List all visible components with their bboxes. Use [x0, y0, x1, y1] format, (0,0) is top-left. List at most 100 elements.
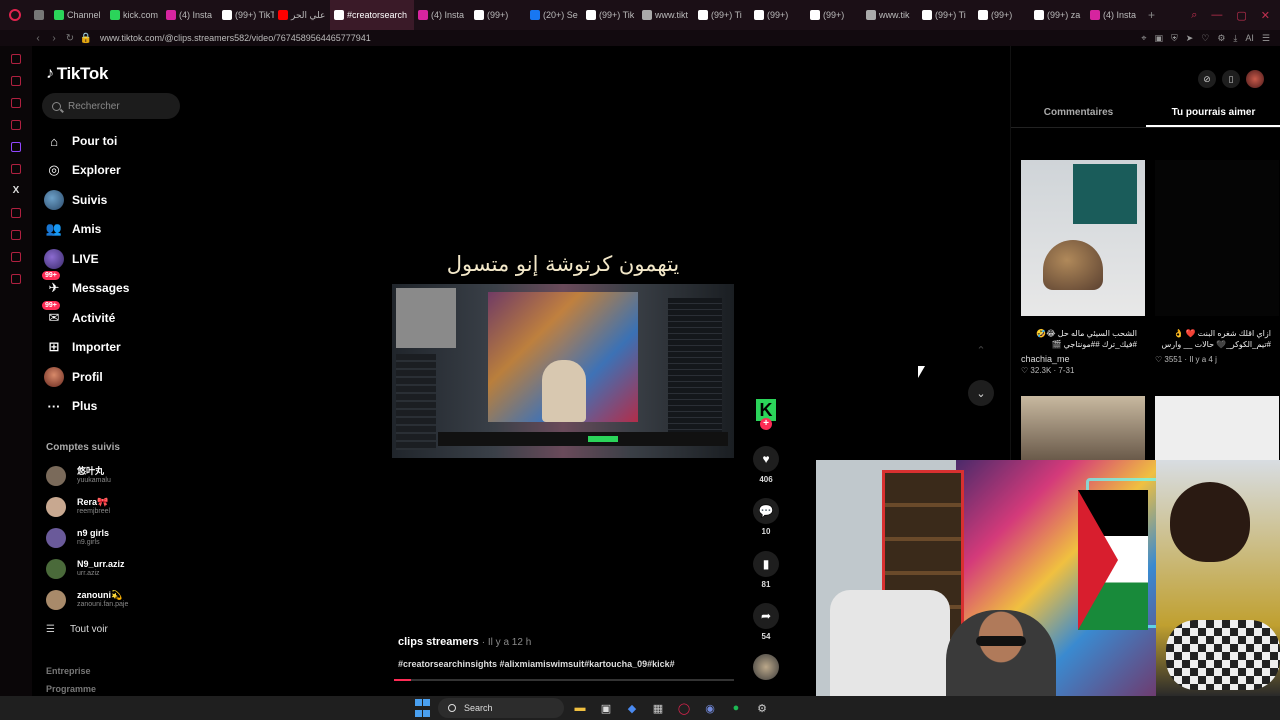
sidebar-item-explorer[interactable]: ◎ Explorer	[44, 159, 120, 181]
comment-icon[interactable]: 💬	[753, 498, 779, 524]
browser-tab[interactable]: علي الحر	[274, 0, 330, 30]
sidebar-item-amis[interactable]: 👥 Amis	[44, 218, 101, 240]
opera-logo-icon[interactable]	[0, 0, 30, 30]
x-sidebar-icon[interactable]: X	[11, 186, 21, 196]
tab-you-may-like[interactable]: Tu pourrais aimer	[1146, 102, 1280, 127]
browser-tab[interactable]: (99+) Ti	[694, 0, 750, 30]
browser-tab[interactable]: (4) Insta	[162, 0, 218, 30]
taskbar-search[interactable]: Search	[438, 698, 564, 718]
clock-sidebar-icon[interactable]	[11, 230, 21, 240]
sidebar-item-profil[interactable]: Profil	[44, 366, 103, 388]
browser-tab[interactable]: kick.com	[106, 0, 162, 30]
save-action[interactable]: ▮ 81	[751, 551, 781, 589]
maximize-icon[interactable]: ▢	[1236, 9, 1246, 22]
opera-taskbar-icon[interactable]: ◯	[674, 698, 694, 718]
following-account[interactable]: 悠叶丸 yuukamalu	[46, 464, 111, 488]
sidebar-item-importer[interactable]: ⊞ Importer	[44, 336, 121, 358]
aria-button[interactable]: AI	[1245, 33, 1254, 44]
coins-icon[interactable]: ⊘	[1198, 70, 1216, 88]
browser-tab[interactable]: (99+)	[750, 0, 806, 30]
recommended-thumb-2[interactable]	[1155, 160, 1279, 316]
recommended-user-1[interactable]: chachia_me	[1021, 354, 1137, 365]
settings-icon[interactable]: ⚙	[1217, 33, 1225, 44]
search-tabs-icon[interactable]: ⌕	[1191, 9, 1197, 22]
settings-sidebar-icon[interactable]	[11, 274, 21, 284]
recommended-thumb-1[interactable]	[1021, 160, 1145, 316]
reload-icon[interactable]: ↻	[62, 33, 78, 44]
recommended-thumb-3[interactable]	[1021, 396, 1145, 460]
recommended-thumb-4[interactable]	[1155, 396, 1279, 460]
following-account[interactable]: N9_urr.aziz urr.aziz	[46, 557, 125, 581]
send-icon[interactable]: ➤	[1186, 33, 1194, 44]
close-icon[interactable]: ✕	[1261, 9, 1270, 22]
browser-tab[interactable]: Channel	[50, 0, 106, 30]
browser-tab[interactable]: (99+)	[470, 0, 526, 30]
browser-tab[interactable]: (99+) TikT	[218, 0, 274, 30]
browser-tab[interactable]: (20+) Se	[526, 0, 582, 30]
history-sidebar-icon[interactable]	[11, 208, 21, 218]
browser-tab[interactable]: (99+)	[806, 0, 862, 30]
previous-video-button[interactable]: ⌃	[970, 339, 992, 361]
avatar[interactable]	[1246, 70, 1264, 88]
bookmark-icon[interactable]: ▮	[753, 551, 779, 577]
browser-tab[interactable]: (99+) Tik	[582, 0, 638, 30]
follow-button[interactable]: +	[760, 418, 772, 430]
browser-tab[interactable]: (4) Insta	[414, 0, 470, 30]
next-video-button[interactable]: ⌄	[968, 380, 994, 406]
search-input[interactable]: Rechercher	[42, 93, 180, 119]
browser-tab[interactable]	[30, 0, 50, 30]
browser-tab[interactable]: www.tik	[862, 0, 918, 30]
phone-icon[interactable]: ▯	[1222, 70, 1240, 88]
tab-comments[interactable]: Commentaires	[1011, 102, 1146, 127]
minimize-icon[interactable]: —	[1211, 9, 1222, 22]
new-tab-button[interactable]: +	[1142, 8, 1161, 22]
aria-sidebar-icon[interactable]	[11, 54, 21, 64]
sidebar-item-activit[interactable]: ✉ 99+ Activité	[42, 301, 115, 329]
footer-link-program[interactable]: Programme	[46, 684, 96, 694]
sound-avatar[interactable]	[753, 654, 779, 680]
video-progress-bar[interactable]	[394, 679, 734, 681]
sidebar-item-pourtoi[interactable]: ⌂ Pour toi	[44, 130, 117, 152]
browser-tab[interactable]: (99+) za	[1030, 0, 1086, 30]
video-author[interactable]: clips streamers	[398, 636, 479, 648]
share-action[interactable]: ➦ 54	[751, 603, 781, 641]
sidebar-item-messages[interactable]: ✈ 99+ Messages	[42, 271, 129, 299]
messenger-sidebar-icon[interactable]	[11, 76, 21, 86]
sidebar-item-live[interactable]: LIVE	[44, 248, 99, 270]
windows-start-icon[interactable]	[412, 698, 432, 718]
forward-icon[interactable]: ›	[46, 33, 62, 44]
sidebar-item-plus[interactable]: ··· Plus	[44, 395, 98, 417]
store-icon[interactable]: ▣	[596, 698, 616, 718]
video-hashtags[interactable]: #creatorsearchinsights #alixmiamiswimsui…	[398, 659, 675, 669]
tiktok-logo[interactable]: ♪ TikTok	[46, 64, 108, 84]
heart-icon[interactable]: ♥	[753, 446, 779, 472]
see-all-button[interactable]: ☰ Tout voir	[46, 624, 108, 635]
sidebar-item-suivis[interactable]: Suivis	[44, 189, 107, 211]
discord-icon[interactable]: ◉	[700, 698, 720, 718]
spotify-icon[interactable]: ●	[726, 698, 746, 718]
video-player[interactable]	[392, 284, 734, 458]
url-field[interactable]: www.tiktok.com/@clips.streamers582/video…	[100, 33, 371, 43]
browser-tab[interactable]: (99+)	[974, 0, 1030, 30]
browser-tab[interactable]: (99+) Ti	[918, 0, 974, 30]
file-explorer-icon[interactable]: ▬	[570, 698, 590, 718]
chat-sidebar-icon[interactable]	[11, 98, 21, 108]
music-sidebar-icon[interactable]	[11, 164, 21, 174]
browser-tab[interactable]: (4) Insta	[1086, 0, 1142, 30]
footer-link-company[interactable]: Entreprise	[46, 666, 91, 676]
whatsapp-sidebar-icon[interactable]	[11, 252, 21, 262]
like-action[interactable]: ♥ 406	[751, 446, 781, 484]
calculator-icon[interactable]: ▦	[648, 698, 668, 718]
share-icon[interactable]: ➦	[753, 603, 779, 629]
following-account[interactable]: zanouni💫 zanouni.fan.paje	[46, 588, 128, 612]
back-icon[interactable]: ‹	[30, 33, 46, 44]
browser-tab[interactable]: #creatorsearch	[330, 0, 414, 30]
comment-action[interactable]: 💬 10	[751, 498, 781, 536]
heart-icon[interactable]: ♡	[1201, 33, 1209, 44]
shield-icon[interactable]: ⛨	[1171, 33, 1178, 44]
copilot-icon[interactable]: ◆	[622, 698, 642, 718]
twitch-sidebar-icon[interactable]	[11, 142, 21, 152]
following-account[interactable]: n9 girls n9.girls	[46, 526, 109, 550]
following-account[interactable]: Rera🎀 reemjbreel	[46, 495, 110, 519]
download-icon[interactable]: ⤓	[1233, 33, 1237, 44]
